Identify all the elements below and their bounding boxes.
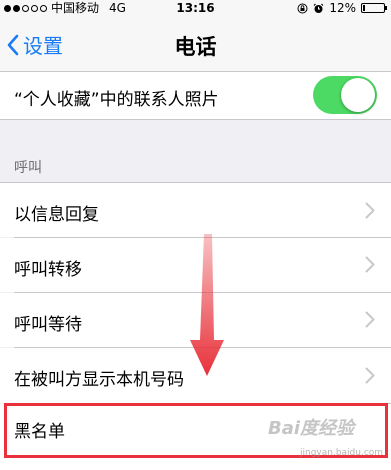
list-item-label: 呼叫转移: [14, 260, 82, 280]
navigation-bar: 设置 电话: [0, 16, 391, 72]
chevron-right-icon: [365, 256, 375, 273]
list-item-label: 呼叫等待: [14, 315, 82, 335]
contacts-photo-toggle[interactable]: [313, 76, 377, 114]
watermark-url: jingyan.baidu.com: [300, 448, 384, 458]
status-bar: 中国移动 4G 13:16 12%: [0, 0, 391, 16]
annotation-arrow-icon: [190, 234, 224, 376]
chevron-right-icon: [365, 311, 375, 328]
list-item-label: 在被叫方显示本机号码: [14, 370, 184, 390]
contacts-photo-label: “个人收藏”中的联系人照片: [14, 90, 219, 110]
alarm-clock-icon: [313, 3, 324, 13]
page-title: 电话: [174, 35, 217, 59]
watermark-logo: Bai度经验: [268, 418, 355, 439]
battery-percent: 12%: [329, 1, 356, 15]
list-item-reply-with-message[interactable]: 以信息回复: [0, 182, 391, 237]
status-right: 12%: [297, 0, 387, 16]
list-item-label: 以信息回复: [14, 205, 99, 225]
section-header-call: 呼叫: [14, 160, 42, 176]
chevron-right-icon: [365, 202, 375, 219]
chevron-right-icon: [365, 367, 375, 384]
contacts-photo-row: “个人收藏”中的联系人照片: [0, 72, 391, 120]
battery-icon: [361, 3, 387, 13]
rotation-lock-icon: [297, 3, 308, 13]
battery-level: [363, 5, 365, 11]
toggle-knob: [341, 78, 375, 112]
